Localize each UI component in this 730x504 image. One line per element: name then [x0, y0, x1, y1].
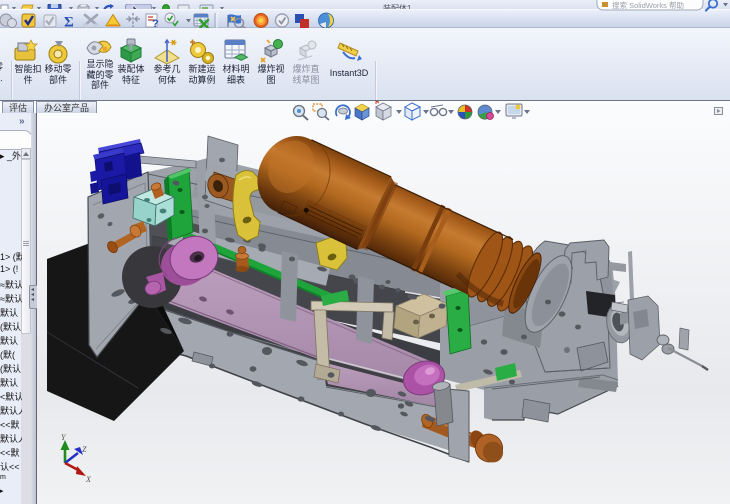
svg-text:搜索 SolidWorks 帮助: 搜索 SolidWorks 帮助 — [612, 0, 684, 10]
svg-text:Z: Z — [82, 445, 87, 454]
svg-text:Σ: Σ — [64, 15, 74, 30]
